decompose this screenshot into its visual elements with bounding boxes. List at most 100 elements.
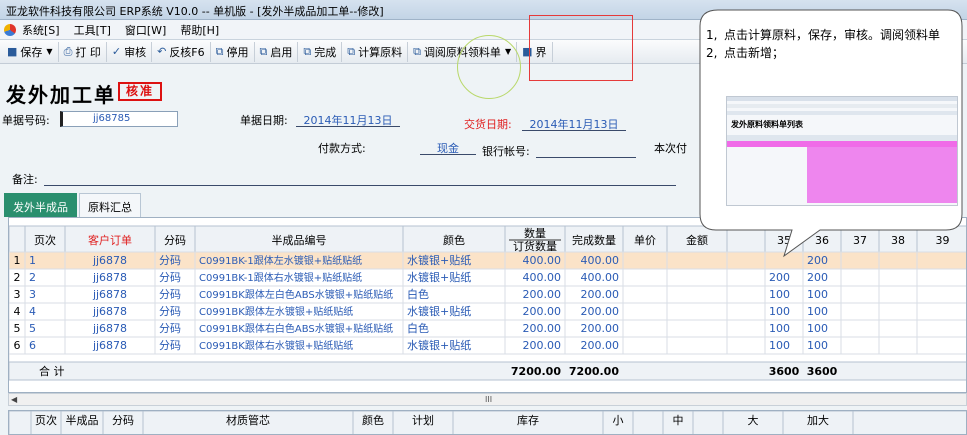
- menu-system[interactable]: 系统[S]: [22, 22, 60, 38]
- toolbar-button-unaudit[interactable]: ↶ 反核F6: [152, 41, 211, 62]
- toolbar-label: 启用: [270, 45, 293, 59]
- material-header-semi: 半成品: [66, 413, 99, 427]
- audit-icon: ✓: [111, 45, 122, 58]
- fetch-material-icon: ⧉: [413, 44, 421, 58]
- form-title: 发外加工单: [6, 83, 116, 107]
- material-header-big: 大: [748, 413, 759, 427]
- highlight-box: [529, 15, 633, 81]
- cell-qty: 200.00: [523, 322, 562, 335]
- chevron-down-icon[interactable]: ▼: [46, 47, 52, 56]
- cell-done: 400.00: [581, 254, 620, 267]
- toolbar-label: 反核F6: [169, 45, 205, 59]
- tab-outsourced-semi[interactable]: 发外半成品: [4, 193, 77, 217]
- cell-s36: 100: [807, 339, 828, 352]
- toolbar-button-audit[interactable]: ✓ 审核: [107, 41, 153, 62]
- semi-product-grid: 页次 客户订单 分码 半成品编号 颜色 数量 订货数量 完成数量 单价 金额 35 36 37 38 39 1…: [8, 217, 967, 393]
- cell-color: 白色: [407, 287, 429, 301]
- cell-part: C0991BK跟体右水镀银+贴纸贴纸: [199, 339, 353, 352]
- material-header-code: 分码: [112, 414, 134, 427]
- tab-material-summary[interactable]: 原料汇总: [79, 193, 141, 217]
- header-qty-top: 数量: [524, 227, 546, 240]
- header-amount: 金额: [686, 233, 708, 247]
- toolbar-button-print[interactable]: ⎙ 打 印: [59, 41, 107, 62]
- header-page: 页次: [34, 233, 56, 247]
- cell-color: 水镀银+贴纸: [407, 304, 471, 318]
- cell-s36: 200: [807, 271, 828, 284]
- header-s38: 38: [891, 234, 905, 247]
- doc-no-input[interactable]: jj68785: [60, 111, 178, 127]
- header-s37: 37: [853, 234, 867, 247]
- material-header-small: 小: [613, 414, 624, 427]
- cell-n: 6: [14, 339, 21, 352]
- cell-n: 1: [14, 254, 21, 267]
- cell-page: 1: [29, 254, 36, 267]
- cell-s36: 100: [807, 322, 828, 335]
- toolbar-button-calc[interactable]: ⧉ 计算原料: [342, 41, 409, 62]
- current-payment-label: 本次付: [654, 142, 687, 155]
- menu-help[interactable]: 帮助[H]: [180, 22, 219, 38]
- cell-done: 400.00: [581, 271, 620, 284]
- callout-thumbnail: 发外原料领料单列表: [726, 96, 958, 206]
- grid-canvas: 页次 客户订单 分码 半成品编号 颜色数量订货数量 完成数量 单价 金额 35 36 37 38 391…: [9, 225, 966, 381]
- toolbar-button-save[interactable]: ■ 保存 ▼: [2, 41, 59, 62]
- disable-icon: ⧉: [215, 44, 224, 58]
- toolbar-button-complete[interactable]: ⧉ 完成: [298, 41, 343, 62]
- doc-no-label: 单据号码:: [2, 114, 50, 127]
- cell-order: jj6878: [92, 322, 127, 335]
- cell-s35: 100: [769, 305, 790, 318]
- cell-n: 3: [14, 288, 21, 301]
- callout-step-2: 2, 点击新增；: [706, 46, 785, 60]
- cell-n: 4: [14, 305, 21, 318]
- header-part: 半成品编号: [272, 233, 327, 247]
- thumbnail-title: 发外原料领料单列表: [731, 120, 803, 129]
- cell-done: 200.00: [581, 288, 620, 301]
- cell-part: C0991BK-1跟体右水镀银+贴纸贴纸: [199, 271, 362, 284]
- cell-s35: 200: [769, 271, 790, 284]
- header-price: 单价: [634, 234, 656, 247]
- totals-qty: 7200.00: [511, 365, 561, 378]
- cell-order: jj6878: [92, 271, 127, 284]
- cell-code: 分码: [159, 339, 181, 352]
- approved-stamp: 核准: [118, 82, 163, 101]
- cell-n: 5: [14, 322, 21, 335]
- cell-code: 分码: [159, 254, 181, 267]
- remark-label: 备注:: [12, 173, 38, 186]
- scroll-grip[interactable]: III: [485, 394, 492, 405]
- callout-step-1: 1, 点击计算原料，保存，审核。调阅领料单: [706, 28, 941, 42]
- menu-window[interactable]: 窗口[W]: [125, 22, 166, 38]
- cell-n: 2: [14, 271, 21, 284]
- cell-color: 白色: [407, 321, 429, 335]
- scroll-left-icon[interactable]: ◀: [11, 394, 17, 405]
- cell-code: 分码: [159, 288, 181, 301]
- cell-s35: 100: [769, 288, 790, 301]
- highlight-circle: [457, 35, 521, 99]
- toolbar-button-disable[interactable]: ⧉ 停用: [211, 41, 255, 62]
- menu-tools[interactable]: 工具[T]: [74, 22, 111, 38]
- remark-field[interactable]: [44, 185, 676, 186]
- cell-order: jj6878: [92, 288, 127, 301]
- material-header-xbig: 加大: [807, 413, 829, 427]
- window-title: 亚龙软件科技有限公司 ERP系统 V10.0 -- 单机版 - [发外半成品加工…: [0, 0, 967, 20]
- cell-color: 水镀银+贴纸: [407, 338, 471, 352]
- cell-page: 6: [29, 339, 36, 352]
- toolbar-label: 完成: [314, 45, 337, 59]
- header-s39: 39: [936, 234, 950, 247]
- material-header-page: 页次: [35, 413, 57, 427]
- header-qty-bottom: 订货数量: [513, 239, 557, 253]
- toolbar-label: 停用: [226, 45, 249, 59]
- cell-qty: 200.00: [523, 339, 562, 352]
- header-s35: 35: [777, 234, 791, 247]
- totals-s36: 3600: [807, 365, 838, 378]
- horizontal-scrollbar[interactable]: ◀ III: [8, 393, 967, 406]
- doc-date-label: 单据日期:: [240, 114, 288, 127]
- header-color: 颜色: [443, 233, 465, 247]
- cell-qty: 400.00: [523, 271, 562, 284]
- calc-icon: ⧉: [347, 44, 356, 58]
- cell-s36: 100: [807, 305, 828, 318]
- complete-icon: ⧉: [303, 44, 312, 58]
- cell-order: jj6878: [92, 254, 127, 267]
- delivery-date-label: 交货日期:: [464, 118, 512, 131]
- toolbar-button-enable[interactable]: ⧉ 启用: [255, 41, 299, 62]
- cell-s36: 100: [807, 288, 828, 301]
- cell-done: 200.00: [581, 322, 620, 335]
